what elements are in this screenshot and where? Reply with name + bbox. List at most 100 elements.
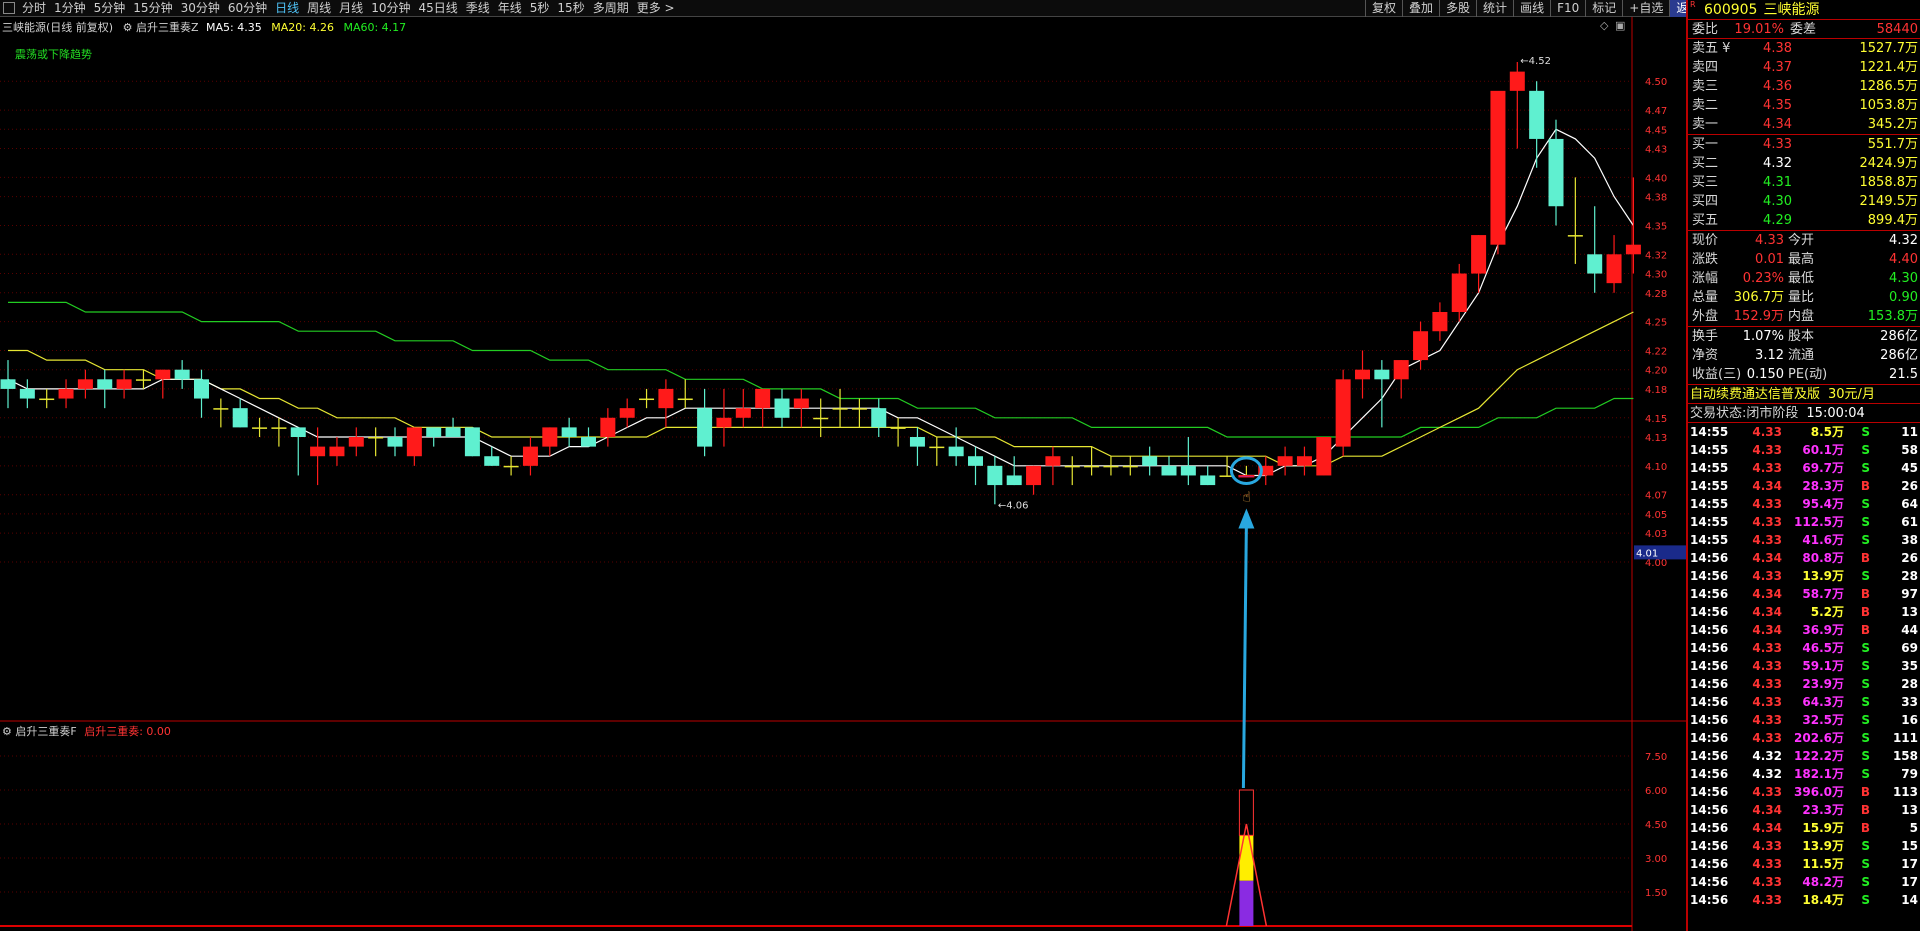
candle[interactable] xyxy=(871,398,887,437)
bid-level-2[interactable]: 买二 4.32 2424.9万 xyxy=(1688,154,1920,173)
tick-row[interactable]: 14:56 4.33 202.6万 S 111 xyxy=(1688,729,1920,747)
candle[interactable] xyxy=(1509,62,1525,149)
candle[interactable] xyxy=(1026,465,1042,495)
period-tab-16[interactable]: 更多 > xyxy=(633,0,679,16)
period-tab-12[interactable]: 年线 xyxy=(494,0,526,16)
candle[interactable] xyxy=(677,379,693,409)
tick-row[interactable]: 14:55 4.33 60.1万 S 58 xyxy=(1688,441,1920,459)
candle[interactable] xyxy=(581,427,596,447)
candle[interactable] xyxy=(1316,437,1332,476)
tick-row[interactable]: 14:56 4.33 13.9万 S 28 xyxy=(1688,567,1920,585)
candle[interactable] xyxy=(77,369,93,399)
candle[interactable] xyxy=(716,388,732,447)
candle[interactable] xyxy=(1200,465,1216,486)
candle[interactable] xyxy=(619,398,635,428)
candle[interactable] xyxy=(929,437,945,466)
candle[interactable] xyxy=(348,427,364,457)
candle[interactable] xyxy=(735,388,751,428)
candle[interactable] xyxy=(1606,235,1622,293)
settings-icon[interactable]: ⚙ xyxy=(123,21,133,34)
candle[interactable] xyxy=(1084,446,1100,476)
candle[interactable] xyxy=(464,427,480,457)
candle[interactable] xyxy=(1064,456,1080,486)
candle[interactable] xyxy=(329,437,345,466)
toolbar-button-3[interactable]: 统计 xyxy=(1476,0,1513,17)
tick-row[interactable]: 14:56 4.33 59.1万 S 35 xyxy=(1688,657,1920,675)
window-icon[interactable]: ▣ xyxy=(1615,19,1625,32)
tick-row[interactable]: 14:56 4.33 23.9万 S 28 xyxy=(1688,675,1920,693)
tick-row[interactable]: 14:56 4.33 32.5万 S 16 xyxy=(1688,711,1920,729)
ask-level-1[interactable]: 卖一 4.34 345.2万 xyxy=(1688,115,1920,134)
candle[interactable] xyxy=(1045,446,1061,486)
candle[interactable] xyxy=(1161,456,1177,476)
tick-row[interactable]: 14:56 4.32 122.2万 S 158 xyxy=(1688,747,1920,765)
layout-toggle-icon[interactable] xyxy=(3,2,15,14)
candle[interactable] xyxy=(909,427,925,466)
candle[interactable] xyxy=(39,388,55,409)
period-tab-5[interactable]: 60分钟 xyxy=(224,0,271,16)
candle[interactable] xyxy=(426,427,442,447)
tick-row[interactable]: 14:56 4.34 36.9万 B 44 xyxy=(1688,621,1920,639)
tick-row[interactable]: 14:56 4.34 15.9万 B 5 xyxy=(1688,819,1920,837)
tick-list[interactable]: 14:55 4.33 8.5万 S 11 14:55 4.33 60.1万 S 58 14:55 4.… xyxy=(1688,423,1920,909)
candle[interactable] xyxy=(406,427,422,466)
tick-row[interactable]: 14:56 4.33 396.0万 B 113 xyxy=(1688,783,1920,801)
toolbar-button-0[interactable]: 复权 xyxy=(1365,0,1402,17)
candle[interactable] xyxy=(522,437,538,476)
candle[interactable] xyxy=(1567,177,1583,264)
candle[interactable] xyxy=(1122,456,1138,476)
candle[interactable] xyxy=(1432,302,1448,341)
bid-level-3[interactable]: 买三 4.31 1858.8万 xyxy=(1688,173,1920,192)
tick-row[interactable]: 14:56 4.34 80.8万 B 26 xyxy=(1688,549,1920,567)
tick-row[interactable]: 14:56 4.33 13.9万 S 15 xyxy=(1688,837,1920,855)
toolbar-button-5[interactable]: F10 xyxy=(1550,0,1585,17)
candle[interactable] xyxy=(310,427,326,486)
candle[interactable] xyxy=(813,398,829,437)
period-tab-6[interactable]: 日线 xyxy=(271,0,303,16)
candle[interactable] xyxy=(58,379,74,409)
period-tab-15[interactable]: 多周期 xyxy=(589,0,633,16)
tick-row[interactable]: 14:55 4.34 28.3万 B 26 xyxy=(1688,477,1920,495)
candle[interactable] xyxy=(639,388,655,409)
candle[interactable] xyxy=(697,388,713,457)
candle[interactable] xyxy=(832,388,848,428)
candle[interactable] xyxy=(19,379,35,409)
candle[interactable] xyxy=(252,417,268,437)
candle[interactable] xyxy=(116,369,132,399)
period-tab-7[interactable]: 周线 xyxy=(303,0,335,16)
period-tab-2[interactable]: 5分钟 xyxy=(90,0,130,16)
candle[interactable] xyxy=(445,417,461,437)
candle[interactable] xyxy=(1006,456,1022,486)
candle[interactable] xyxy=(174,360,190,389)
candle[interactable] xyxy=(851,398,867,428)
candle[interactable] xyxy=(503,456,519,476)
ask-level-3[interactable]: 卖三 4.36 1286.5万 xyxy=(1688,77,1920,96)
candle[interactable] xyxy=(194,369,209,418)
tick-row[interactable]: 14:56 4.32 182.1万 S 79 xyxy=(1688,765,1920,783)
candle[interactable] xyxy=(213,398,229,428)
tick-row[interactable]: 14:56 4.33 48.2万 S 17 xyxy=(1688,873,1920,891)
tick-row[interactable]: 14:55 4.33 41.6万 S 38 xyxy=(1688,531,1920,549)
tick-row[interactable]: 14:55 4.33 8.5万 S 11 xyxy=(1688,423,1920,441)
candle[interactable] xyxy=(290,427,306,476)
period-tab-10[interactable]: 45日线 xyxy=(414,0,461,16)
ad-banner[interactable]: 自动续费通达信普及版 30元/月 xyxy=(1688,385,1920,404)
candle[interactable] xyxy=(0,360,16,409)
candle[interactable] xyxy=(232,398,248,428)
period-tab-0[interactable]: 分时 xyxy=(18,0,50,16)
toolbar-button-7[interactable]: +自选 xyxy=(1622,0,1669,17)
candle[interactable] xyxy=(155,369,171,399)
tick-row[interactable]: 14:56 4.33 64.3万 S 33 xyxy=(1688,693,1920,711)
candle[interactable] xyxy=(1471,235,1487,293)
period-tab-9[interactable]: 10分钟 xyxy=(367,0,414,16)
period-tab-1[interactable]: 1分钟 xyxy=(50,0,90,16)
ask-level-5[interactable]: 卖五 ¥ 4.38 1527.7万 xyxy=(1688,39,1920,58)
sub-indicator-name[interactable]: 启升三重奏F xyxy=(15,725,76,738)
candle[interactable] xyxy=(1393,360,1409,399)
chart-canvas[interactable]: 4.50 4.47 4.45 4.43 4.40 4.38 4.35 4.32 4.30 4.28… xyxy=(0,17,1686,931)
period-tab-11[interactable]: 季线 xyxy=(462,0,494,16)
period-tab-13[interactable]: 5秒 xyxy=(526,0,554,16)
sub-settings-icon[interactable]: ⚙ xyxy=(2,725,12,738)
candle[interactable] xyxy=(1180,437,1196,486)
tick-row[interactable]: 14:56 4.34 58.7万 B 97 xyxy=(1688,585,1920,603)
